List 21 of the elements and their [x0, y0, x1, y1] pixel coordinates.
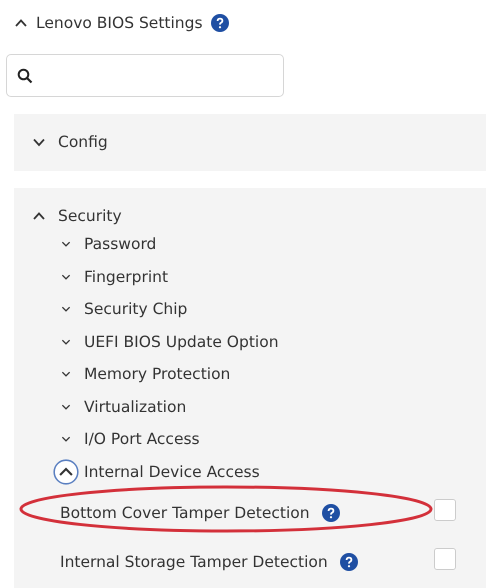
- search-icon: [17, 68, 33, 84]
- section-label[interactable]: Config: [58, 133, 108, 151]
- help-icon[interactable]: [340, 552, 358, 570]
- subsection-label[interactable]: Virtualization: [84, 398, 186, 416]
- subsection-label[interactable]: Fingerprint: [84, 268, 168, 286]
- checkbox[interactable]: [434, 498, 456, 520]
- subsection-label[interactable]: UEFI BIOS Update Option: [84, 332, 279, 351]
- circled-chevron-icon[interactable]: [53, 458, 79, 485]
- help-icon[interactable]: [210, 14, 229, 32]
- subsection-label[interactable]: Security Chip: [84, 300, 188, 318]
- page-title: Lenovo BIOS Settings: [36, 14, 203, 32]
- subsection-label[interactable]: I/O Port Access: [84, 430, 200, 448]
- subsection-label[interactable]: Memory Protection: [84, 365, 230, 384]
- search-field[interactable]: [6, 54, 284, 97]
- help-icon[interactable]: [322, 504, 340, 522]
- subsection-label[interactable]: Internal Device Access: [84, 462, 260, 481]
- section-label[interactable]: Security: [58, 207, 122, 225]
- checkbox[interactable]: [434, 548, 456, 570]
- subsection-label[interactable]: Password: [84, 235, 156, 254]
- setting-label: Internal Storage Tamper Detection: [60, 552, 328, 570]
- setting-label: Bottom Cover Tamper Detection: [60, 504, 310, 522]
